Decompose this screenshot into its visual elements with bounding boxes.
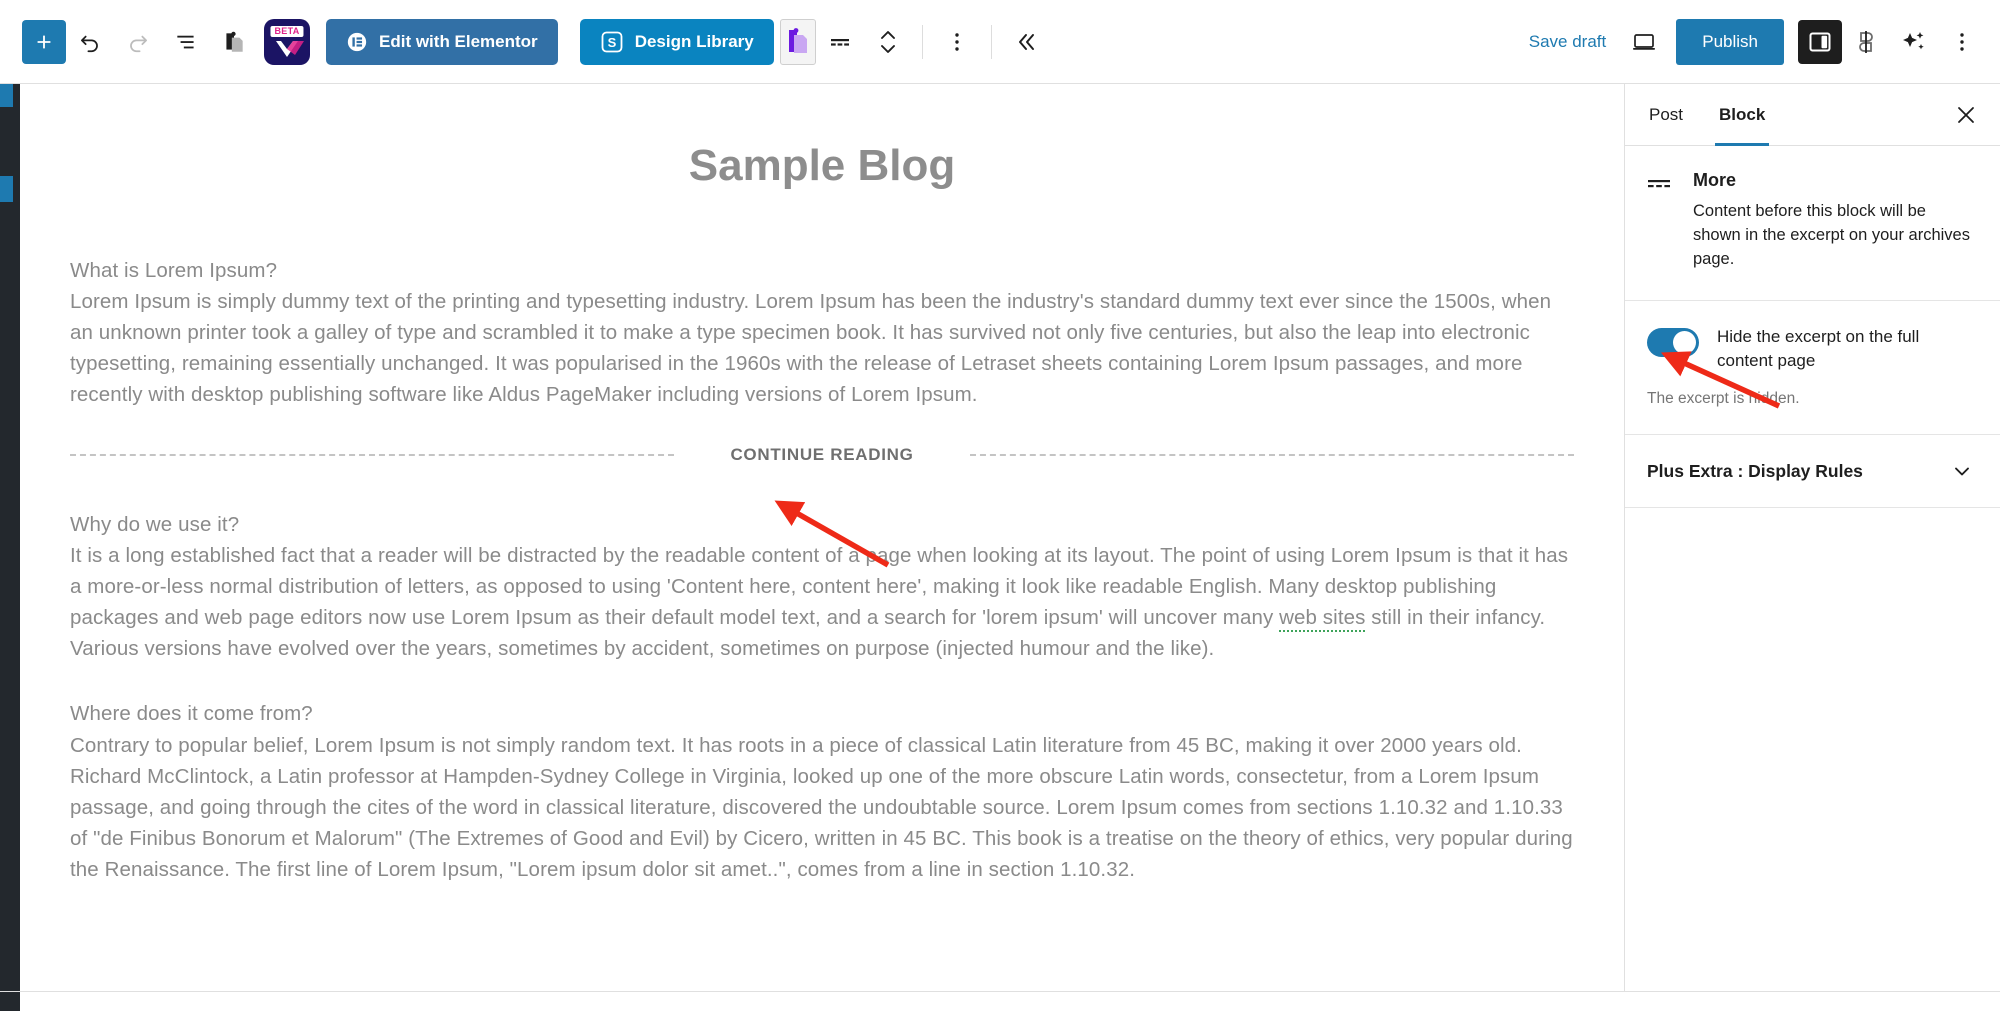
more-rule-left bbox=[70, 453, 675, 456]
more-block-label: CONTINUE READING bbox=[730, 444, 914, 464]
undo-icon bbox=[81, 35, 98, 52]
plus-icon bbox=[37, 35, 51, 48]
panel-title: Plus Extra : Display Rules bbox=[1647, 460, 1863, 481]
paragraph-block-3[interactable]: Where does it come from? Contrary to pop… bbox=[70, 698, 1574, 885]
chevron-down-icon bbox=[1950, 459, 1974, 483]
post-content: Sample Blog What is Lorem Ipsum? Lorem I… bbox=[20, 84, 1624, 991]
design-library-label: Design Library bbox=[634, 31, 754, 51]
design-library-button[interactable]: S Design Library bbox=[579, 18, 774, 65]
close-icon bbox=[1958, 106, 1974, 123]
desktop-preview-icon bbox=[1633, 33, 1656, 50]
beta-badge: BETA bbox=[270, 25, 304, 38]
block-name: More bbox=[1693, 170, 1737, 190]
toolbar-divider-2 bbox=[990, 24, 992, 59]
editor-bottom-strip bbox=[0, 991, 2000, 1011]
editor-toolbar: BETA Edit with Elementor S Design Librar… bbox=[0, 0, 2000, 84]
paragraph-1-heading: What is Lorem Ipsum? bbox=[70, 258, 278, 282]
paragraph-3-heading: Where does it come from? bbox=[70, 702, 313, 726]
paragraph-block-2[interactable]: Why do we use it? It is a long establish… bbox=[70, 509, 1574, 665]
collapse-toolbar-button[interactable] bbox=[1002, 18, 1050, 66]
chevron-up-down-icon bbox=[880, 30, 895, 53]
svg-text:S: S bbox=[607, 35, 616, 50]
paragraph-block-1[interactable]: What is Lorem Ipsum? Lorem Ipsum is simp… bbox=[70, 255, 1574, 411]
tab-block[interactable]: Block bbox=[1701, 84, 1783, 146]
hide-excerpt-row: Hide the excerpt on the full content pag… bbox=[1625, 301, 2000, 384]
jetpack-button[interactable] bbox=[1842, 18, 1890, 66]
post-title[interactable]: Sample Blog bbox=[427, 140, 1217, 193]
more-rule-right bbox=[969, 453, 1574, 456]
more-block-toolbar-button[interactable] bbox=[816, 18, 864, 66]
hide-excerpt-toggle[interactable] bbox=[1647, 327, 1699, 357]
redo-icon bbox=[130, 35, 147, 52]
hide-excerpt-label: Hide the excerpt on the full content pag… bbox=[1717, 326, 1920, 371]
more-block[interactable]: CONTINUE READING bbox=[70, 445, 1574, 465]
wpbakery-beta-button[interactable]: BETA bbox=[264, 18, 310, 65]
save-draft-button[interactable]: Save draft bbox=[1515, 24, 1621, 60]
paragraph-3-body: Contrary to popular belief, Lorem Ipsum … bbox=[70, 733, 1573, 882]
editor-canvas[interactable]: Sample Blog What is Lorem Ipsum? Lorem I… bbox=[20, 84, 1624, 991]
more-block-icon bbox=[1647, 170, 1675, 272]
list-view-icon bbox=[177, 35, 194, 48]
block-options-button[interactable] bbox=[933, 18, 981, 66]
toolbar-left-group: BETA Edit with Elementor S Design Librar… bbox=[22, 18, 1050, 66]
more-block-icon bbox=[830, 38, 849, 46]
block-info-text: More Content before this block will be s… bbox=[1693, 170, 1974, 272]
publish-button[interactable]: Publish bbox=[1676, 18, 1784, 65]
edit-with-elementor-button[interactable]: Edit with Elementor bbox=[326, 18, 558, 65]
block-info-card: More Content before this block will be s… bbox=[1625, 146, 2000, 301]
stackable-button[interactable] bbox=[779, 18, 816, 65]
preview-button[interactable] bbox=[1620, 18, 1668, 66]
editor-body: Sample Blog What is Lorem Ipsum? Lorem I… bbox=[0, 81, 2000, 991]
rail-accent-bottom bbox=[0, 176, 13, 202]
paragraph-1-body: Lorem Ipsum is simply dummy text of the … bbox=[70, 289, 1552, 407]
misspelled-word: web sites bbox=[1279, 606, 1366, 633]
sidebar-tablist: Post Block bbox=[1625, 84, 2000, 146]
clipboard-paste-icon bbox=[226, 31, 243, 52]
toggle-knob bbox=[1673, 330, 1696, 354]
settings-sidebar-toggle[interactable] bbox=[1798, 19, 1842, 64]
copy-paste-button[interactable] bbox=[210, 18, 258, 66]
sparkles-icon bbox=[1903, 31, 1924, 49]
toolbar-right-group: Save draft Publish bbox=[1515, 18, 1986, 66]
ai-assistant-button[interactable] bbox=[1890, 18, 1938, 66]
kebab-menu-icon bbox=[955, 32, 959, 51]
undo-button[interactable] bbox=[66, 18, 114, 66]
rail-accent-top bbox=[0, 81, 13, 107]
edit-with-elementor-label: Edit with Elementor bbox=[379, 31, 538, 51]
redo-button[interactable] bbox=[114, 18, 162, 66]
jetpack-icon bbox=[1859, 30, 1873, 53]
block-description: Content before this block will be shown … bbox=[1693, 202, 1970, 268]
toolbar-divider-1 bbox=[921, 24, 923, 59]
close-sidebar-button[interactable] bbox=[1940, 84, 1992, 145]
document-overview-button[interactable] bbox=[162, 18, 210, 66]
panel-plus-extra-display-rules[interactable]: Plus Extra : Display Rules bbox=[1625, 435, 2000, 509]
chevron-double-left-icon bbox=[1018, 33, 1034, 50]
wordpress-block-editor: BETA Edit with Elementor S Design Librar… bbox=[0, 0, 2000, 1011]
move-block-button[interactable] bbox=[864, 18, 912, 66]
editor-options-button[interactable] bbox=[1938, 18, 1986, 66]
stackable-s-icon: S bbox=[601, 31, 623, 52]
tab-post[interactable]: Post bbox=[1631, 84, 1701, 145]
elementor-icon bbox=[347, 32, 367, 51]
settings-sidebar: Post Block More Content before this bloc… bbox=[1624, 84, 2000, 991]
bottom-rail bbox=[0, 992, 20, 1011]
stackable-paste-icon bbox=[788, 27, 807, 53]
sidebar-panel-icon bbox=[1809, 32, 1831, 51]
add-block-button[interactable] bbox=[22, 19, 66, 64]
wp-admin-rail bbox=[0, 81, 20, 991]
paragraph-2-heading: Why do we use it? bbox=[70, 512, 240, 536]
kebab-menu-icon bbox=[1960, 32, 1964, 51]
hide-excerpt-help-text: The excerpt is hidden. bbox=[1625, 384, 2000, 436]
